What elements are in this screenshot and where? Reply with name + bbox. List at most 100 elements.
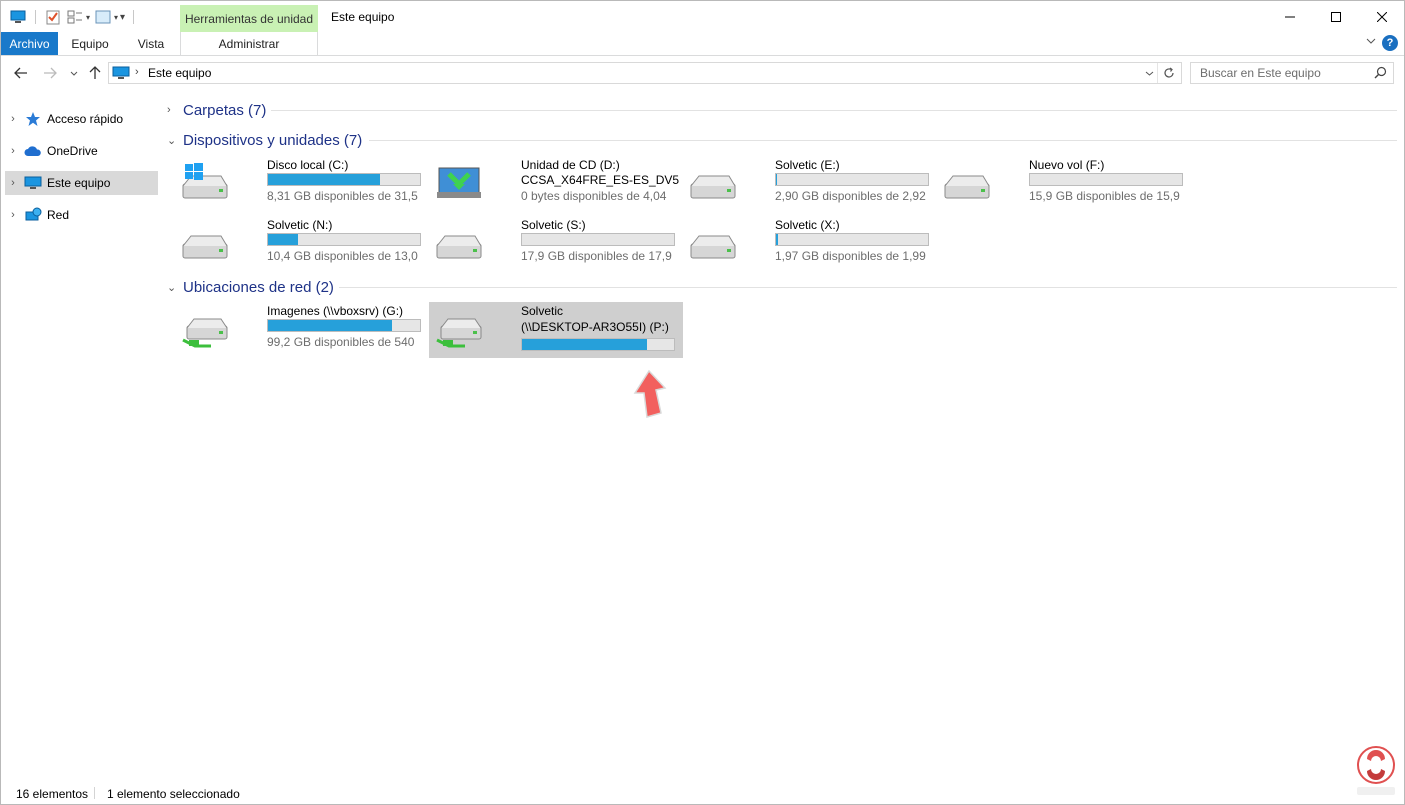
tab-administrar[interactable]: Administrar xyxy=(180,32,318,55)
chevron-down-icon[interactable]: ▾ xyxy=(86,13,90,22)
chevron-down-icon[interactable]: ⌄ xyxy=(167,281,183,294)
search-input[interactable]: Buscar en Este equipo xyxy=(1190,62,1394,84)
drive-name: Disco local (C:) xyxy=(267,158,349,172)
status-bar: 16 elementos 1 elemento seleccionado xyxy=(1,782,1404,804)
tab-archivo[interactable]: Archivo xyxy=(1,32,58,55)
maximize-button[interactable] xyxy=(1313,1,1359,32)
expand-ribbon-icon[interactable] xyxy=(1366,36,1376,47)
group-divider xyxy=(271,110,1397,111)
customize-toolbar-icon[interactable]: ▾ xyxy=(120,12,125,23)
drive-usage-bar xyxy=(267,233,421,246)
windows-drive-icon xyxy=(182,163,228,199)
close-button[interactable] xyxy=(1359,1,1405,32)
toolbar-divider xyxy=(35,10,36,24)
up-arrow-icon[interactable] xyxy=(86,64,104,82)
group-divider xyxy=(369,140,1397,141)
chevron-right-icon[interactable]: › xyxy=(135,66,139,78)
explorer-window: ▾ ▾ ▾ Herramientas de unidad Este equipo… xyxy=(0,0,1405,805)
network-drive-icon xyxy=(182,318,228,348)
chevron-right-icon[interactable]: › xyxy=(5,209,21,221)
annotation-arrow-icon xyxy=(633,369,667,418)
address-location[interactable]: Este equipo xyxy=(148,66,211,80)
drive-tile[interactable]: Disco local (C:) 8,31 GB disponibles de … xyxy=(175,156,429,212)
drive-tile[interactable]: Solvetic (X:) 1,97 GB disponibles de 1,9… xyxy=(683,216,937,272)
drive-free-space: 1,97 GB disponibles de 1,99 xyxy=(775,249,926,263)
sidebar-item-label: Red xyxy=(47,208,70,222)
drive-usage-bar xyxy=(521,338,675,351)
drive-tile[interactable]: Solvetic (S:) 17,9 GB disponibles de 17,… xyxy=(429,216,683,272)
drive-free-space: 0 bytes disponibles de 4,04 xyxy=(521,189,667,203)
drive-free-space: 8,31 GB disponibles de 31,5 xyxy=(267,189,418,203)
tab-equipo[interactable]: Equipo xyxy=(58,32,122,55)
drive-tile[interactable]: Nuevo vol (F:) 15,9 GB disponibles de 15… xyxy=(937,156,1191,212)
drive-icon xyxy=(690,175,736,199)
chevron-down-icon[interactable]: ▾ xyxy=(114,13,118,22)
drive-tile[interactable]: Unidad de CD (D:) CCSA_X64FRE_ES-ES_DV5 … xyxy=(429,156,683,212)
group-title: Ubicaciones de red (2) xyxy=(183,278,334,296)
refresh-icon[interactable] xyxy=(1159,63,1179,83)
minimize-button[interactable] xyxy=(1267,1,1313,32)
sidebar-item-label: OneDrive xyxy=(47,144,98,158)
star-icon xyxy=(23,111,43,127)
status-divider xyxy=(94,787,95,799)
drive-icon xyxy=(436,235,482,259)
drive-tile[interactable]: Solvetic (N:) 10,4 GB disponibles de 13,… xyxy=(175,216,429,272)
watermark-logo xyxy=(1357,746,1395,795)
chevron-down-icon[interactable]: ⌄ xyxy=(167,134,183,147)
chevron-right-icon[interactable]: › xyxy=(5,177,21,189)
drive-usage-bar xyxy=(521,233,675,246)
network-icon xyxy=(23,207,43,223)
computer-icon xyxy=(112,66,130,83)
group-title: Dispositivos y unidades (7) xyxy=(183,131,363,149)
group-header-ubicaciones-red[interactable]: ⌄ Ubicaciones de red (2) xyxy=(167,277,334,297)
back-arrow-icon[interactable] xyxy=(12,64,30,82)
recent-locations-icon[interactable] xyxy=(65,64,83,82)
context-tab-header: Herramientas de unidad xyxy=(180,5,318,32)
forward-arrow-icon[interactable] xyxy=(41,64,59,82)
sidebar-item-label: Acceso rápido xyxy=(47,112,124,126)
drive-tile[interactable]: Solvetic (E:) 2,90 GB disponibles de 2,9… xyxy=(683,156,937,212)
network-drive-tile-selected[interactable]: Solvetic (\\DESKTOP-AR3O55I) (P:) xyxy=(429,302,683,358)
drive-usage-bar xyxy=(775,173,929,186)
drive-icon xyxy=(690,235,736,259)
sidebar-item-acceso-rapido[interactable]: › Acceso rápido xyxy=(5,107,158,131)
sidebar-item-onedrive[interactable]: › OneDrive xyxy=(5,139,158,163)
drive-icon xyxy=(182,235,228,259)
drive-name: Solvetic (E:) xyxy=(775,158,840,172)
chevron-right-icon[interactable]: › xyxy=(167,104,183,116)
drive-path: (\\DESKTOP-AR3O55I) (P:) xyxy=(521,320,669,334)
content-pane: › Carpetas (7) ⌄ Dispositivos y unidades… xyxy=(161,92,1404,782)
layout-icon[interactable] xyxy=(94,9,112,25)
title-bar: ▾ ▾ ▾ Herramientas de unidad Este equipo xyxy=(1,1,1404,32)
group-header-dispositivos[interactable]: ⌄ Dispositivos y unidades (7) xyxy=(167,130,362,150)
drive-icon xyxy=(944,175,990,199)
address-dropdown-icon[interactable] xyxy=(1142,63,1158,83)
search-icon[interactable] xyxy=(1374,66,1387,82)
drive-free-space: 15,9 GB disponibles de 15,9 xyxy=(1029,189,1180,203)
sidebar-item-label: Este equipo xyxy=(47,176,111,190)
sidebar-item-este-equipo[interactable]: › Este equipo xyxy=(5,171,158,195)
computer-icon[interactable] xyxy=(9,9,27,25)
navigation-pane: › Acceso rápido › OneDrive › Este equipo… xyxy=(1,102,161,782)
drive-free-space: 10,4 GB disponibles de 13,0 xyxy=(267,249,418,263)
computer-icon xyxy=(23,175,43,191)
quick-access-toolbar: ▾ ▾ ▾ xyxy=(9,8,138,26)
chevron-right-icon[interactable]: › xyxy=(5,145,21,157)
drive-usage-bar xyxy=(775,233,929,246)
drive-usage-bar xyxy=(1029,173,1183,186)
network-drive-tile[interactable]: Imagenes (\\vboxsrv) (G:) 99,2 GB dispon… xyxy=(175,302,429,358)
address-bar[interactable]: › Este equipo xyxy=(108,62,1182,84)
drive-usage-bar xyxy=(267,319,421,332)
cd-drive-icon xyxy=(437,167,481,198)
help-icon[interactable]: ? xyxy=(1382,35,1398,51)
drive-name: Solvetic (S:) xyxy=(521,218,586,232)
chevron-right-icon[interactable]: › xyxy=(5,113,21,125)
cloud-icon xyxy=(23,143,43,159)
tab-vista[interactable]: Vista xyxy=(122,32,180,55)
sidebar-item-red[interactable]: › Red xyxy=(5,203,158,227)
view-options-icon[interactable] xyxy=(66,9,84,25)
window-title: Este equipo xyxy=(331,10,395,24)
drive-free-space: 2,90 GB disponibles de 2,92 xyxy=(775,189,926,203)
properties-icon[interactable] xyxy=(44,9,62,25)
group-header-carpetas[interactable]: › Carpetas (7) xyxy=(167,100,266,120)
